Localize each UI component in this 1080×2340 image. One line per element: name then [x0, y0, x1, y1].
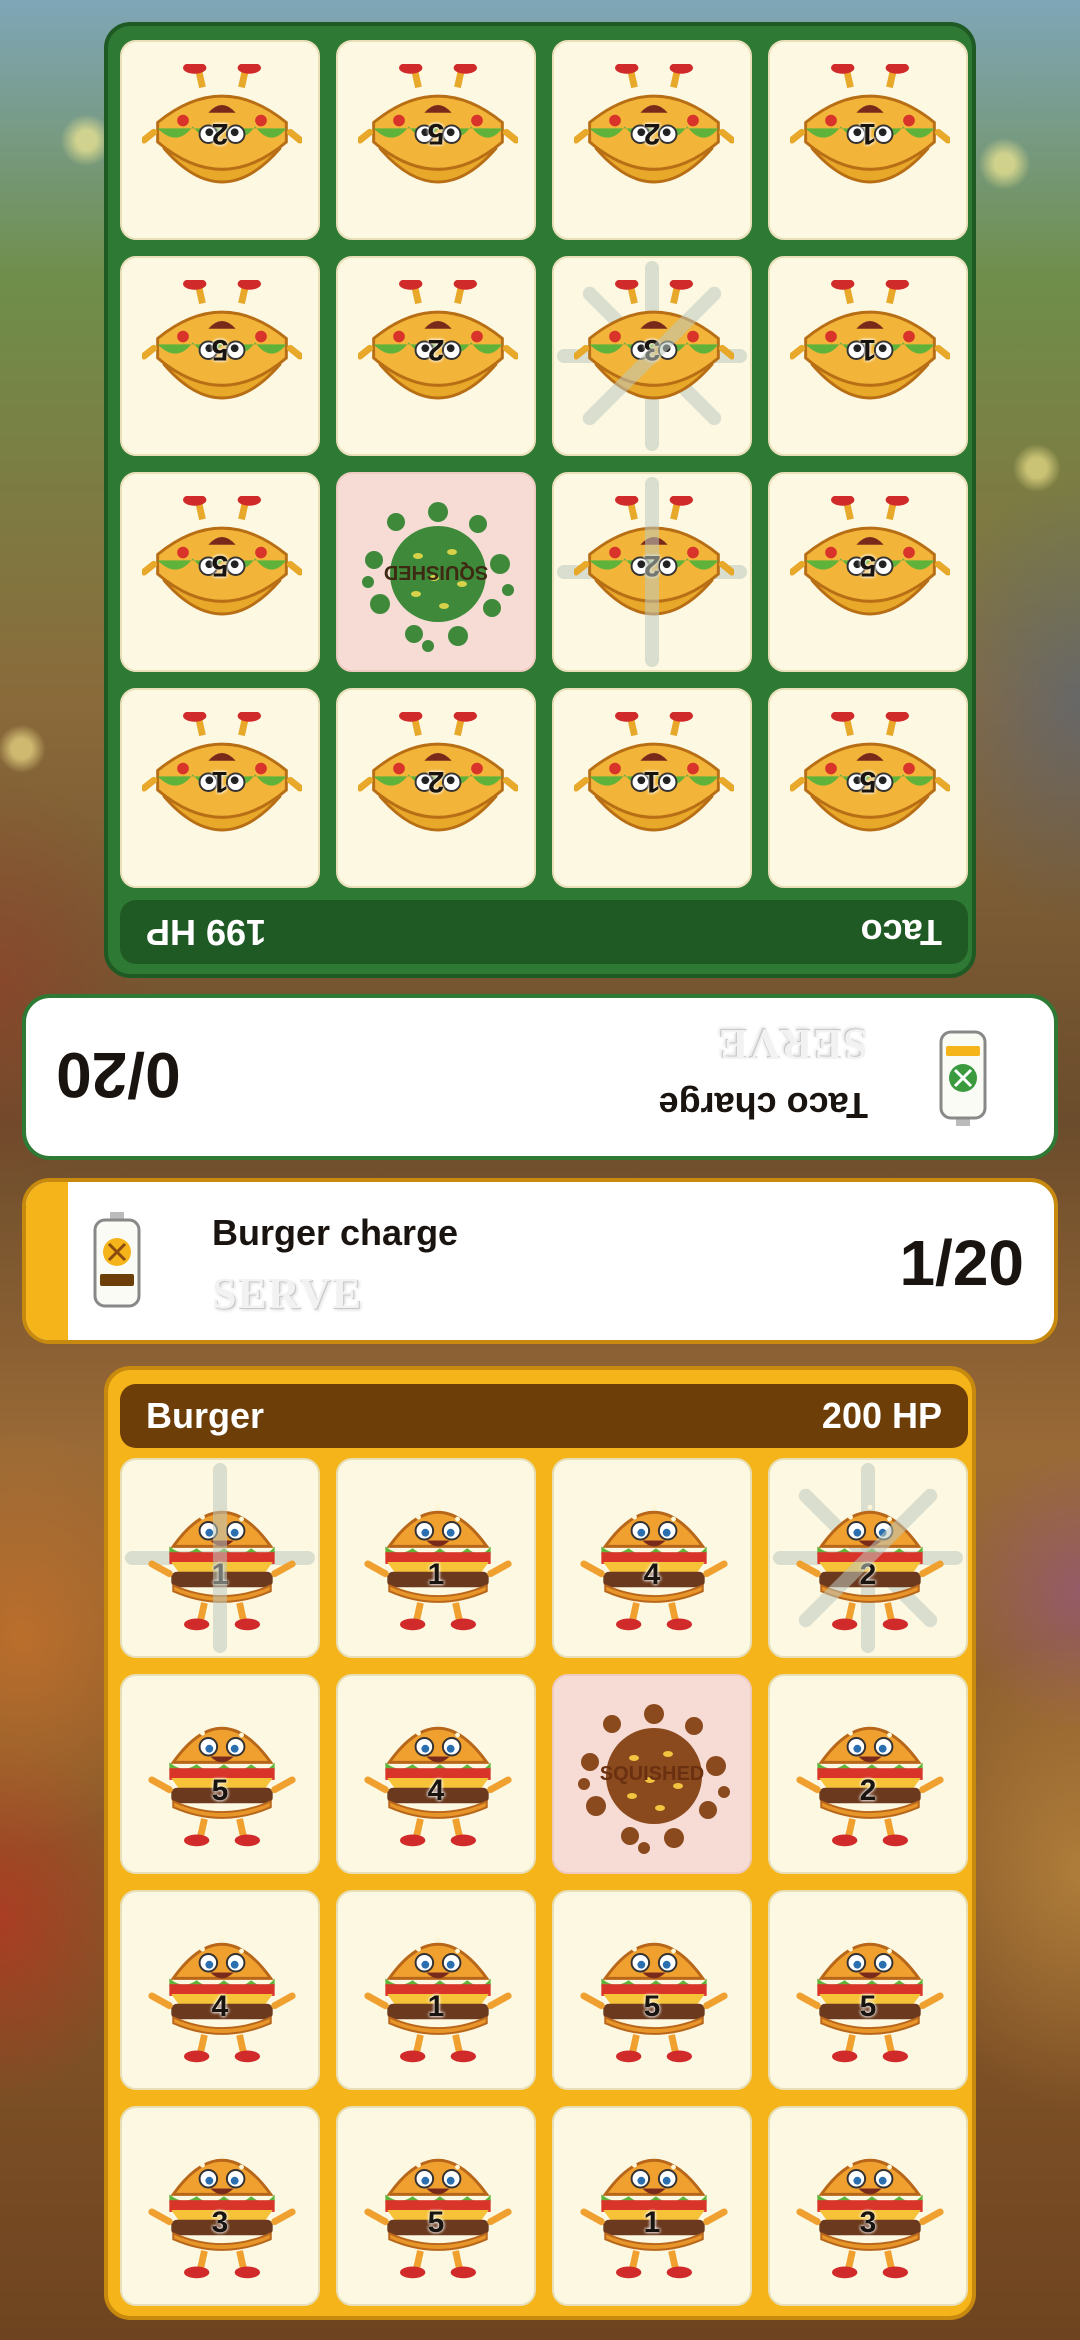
cell-value: 1	[211, 1558, 229, 1591]
taco-serve-button[interactable]: SERVE	[718, 1019, 868, 1070]
taco-cell[interactable]: 2	[552, 40, 752, 240]
taco-cell[interactable]: 5	[120, 472, 320, 672]
cell-value: 1	[427, 1558, 445, 1591]
burger-charge-label: Burger charge	[212, 1212, 459, 1253]
cell-value: 4	[211, 1990, 229, 2023]
cell-value: 1	[859, 333, 877, 366]
burger-cell[interactable]: 1	[120, 1458, 320, 1658]
burger-cell[interactable]: 3	[120, 2106, 320, 2306]
taco-charge-panel: Taco charge SERVE 0/20	[22, 994, 1058, 1160]
cell-value: 1	[643, 2206, 661, 2239]
burger-cell[interactable]: 2	[768, 1674, 968, 1874]
cell-value: 5	[211, 549, 229, 582]
cell-value: 4	[643, 1558, 661, 1591]
burger-charge-panel: Burger charge SERVE 1/20	[22, 1178, 1058, 1344]
burger-cell[interactable]: 4	[336, 1674, 536, 1874]
cell-value: 2	[859, 1774, 877, 1807]
taco-cell-squished[interactable]: SQUISHED	[336, 472, 536, 672]
cell-value: 2	[643, 549, 661, 582]
burger-cell[interactable]: 5	[552, 1890, 752, 2090]
charge-accent-bar	[26, 1182, 68, 1340]
cell-value: 5	[427, 2206, 445, 2239]
burger-grid: 1 1 4 2 5 4 SQUISHED 2 4 1 5 5 3 5 1 3	[120, 1458, 968, 2306]
taco-name: Taco	[860, 912, 942, 953]
taco-cell[interactable]: 5	[120, 256, 320, 456]
burger-cell[interactable]: 5	[768, 1890, 968, 2090]
taco-cell[interactable]: 1	[552, 688, 752, 888]
cell-value: 1	[427, 1990, 445, 2023]
cell-value: 5	[643, 1990, 661, 2023]
cell-value: 1	[211, 765, 229, 798]
burger-charge-count: 1/20	[899, 1227, 1024, 1299]
taco-name-bar: Taco 199 HP	[120, 900, 968, 964]
battery-icon	[939, 1030, 987, 1126]
taco-charge-count: 0/20	[56, 1039, 181, 1111]
battery-icon	[93, 1212, 141, 1308]
burger-cell[interactable]: 2	[768, 1458, 968, 1658]
taco-cell[interactable]: 2	[120, 40, 320, 240]
taco-cell[interactable]: 2	[336, 688, 536, 888]
burger-cell[interactable]: 5	[336, 2106, 536, 2306]
burger-serve-button[interactable]: SERVE	[212, 1268, 362, 1319]
burger-name-bar: Burger 200 HP	[120, 1384, 968, 1448]
burger-cell[interactable]: 1	[552, 2106, 752, 2306]
cell-value: 5	[427, 117, 445, 150]
taco-cell[interactable]: 1	[768, 40, 968, 240]
taco-cell[interactable]: 5	[768, 688, 968, 888]
taco-cell[interactable]: 2	[336, 256, 536, 456]
taco-cell[interactable]: 5	[768, 472, 968, 672]
burger-hp: 200 HP	[821, 1395, 942, 1436]
cell-value: 3	[643, 333, 661, 366]
cell-value: 4	[427, 1774, 445, 1807]
taco-hp: 199 HP	[146, 912, 267, 953]
cell-value: 5	[211, 1774, 229, 1807]
cell-value: 3	[859, 2206, 877, 2239]
cell-value: 2	[427, 765, 445, 798]
burger-cell[interactable]: 1	[336, 1458, 536, 1658]
cell-value: 1	[643, 765, 661, 798]
taco-charge-label: Taco charge	[658, 1085, 868, 1126]
taco-grid: 2 5 2 1 5 2 3 1 5 SQUISHED 2 5 1 2 1 5	[120, 40, 968, 888]
taco-cell[interactable]: 3	[552, 256, 752, 456]
cell-value: 3	[211, 2206, 229, 2239]
burger-cell[interactable]: 1	[336, 1890, 536, 2090]
taco-board: 2 5 2 1 5 2 3 1 5 SQUISHED 2 5 1 2 1 5 T…	[104, 22, 976, 978]
cell-value: 5	[211, 333, 229, 366]
cell-value: 5	[859, 765, 877, 798]
burger-cell-squished[interactable]: SQUISHED	[552, 1674, 752, 1874]
burger-cell[interactable]: 5	[120, 1674, 320, 1874]
squished-label: SQUISHED	[383, 561, 489, 584]
cell-value: 5	[859, 549, 877, 582]
cell-value: 1	[859, 117, 877, 150]
cell-value: 2	[859, 1558, 877, 1591]
cell-value: 2	[211, 117, 229, 150]
cell-value: 5	[859, 1990, 877, 2023]
taco-cell[interactable]: 1	[120, 688, 320, 888]
squished-label: SQUISHED	[599, 1762, 705, 1785]
taco-cell[interactable]: 2	[552, 472, 752, 672]
burger-cell[interactable]: 4	[120, 1890, 320, 2090]
taco-cell[interactable]: 1	[768, 256, 968, 456]
taco-cell[interactable]: 5	[336, 40, 536, 240]
cell-value: 2	[643, 117, 661, 150]
burger-cell[interactable]: 3	[768, 2106, 968, 2306]
burger-name: Burger	[146, 1395, 265, 1436]
cell-value: 2	[427, 333, 445, 366]
burger-cell[interactable]: 4	[552, 1458, 752, 1658]
burger-board: Burger 200 HP 1 1 4 2 5 4 SQUISHED 2 4 1…	[104, 1366, 976, 2320]
